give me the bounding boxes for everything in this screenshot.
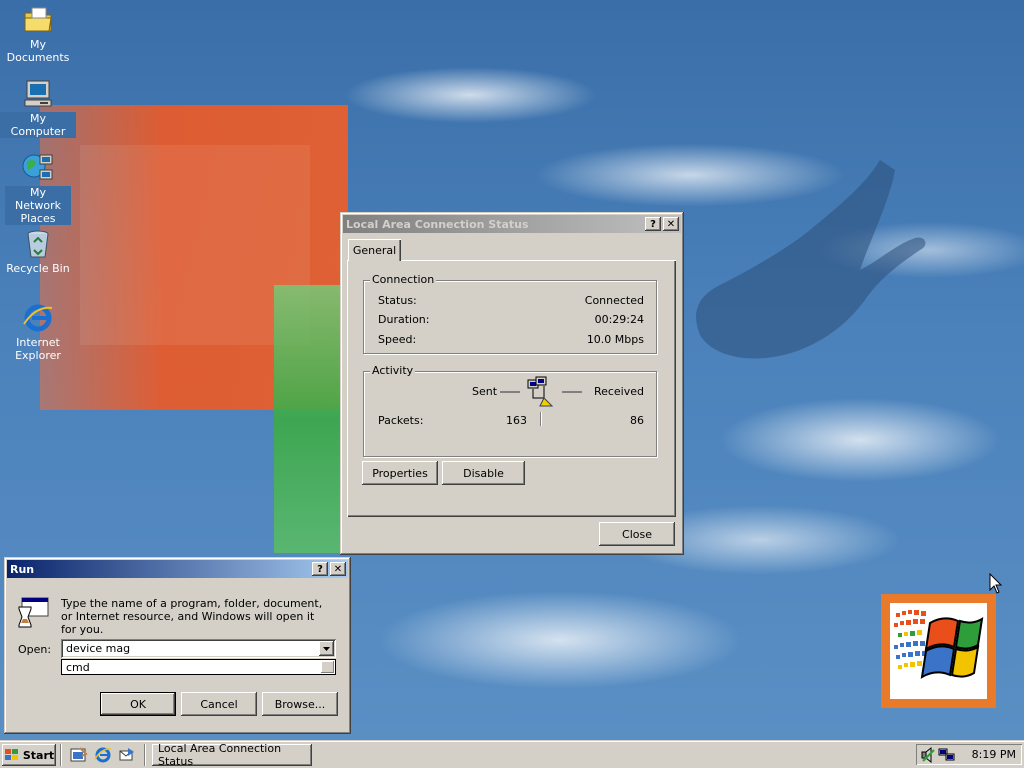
clock[interactable]: 8:19 PM — [972, 748, 1016, 761]
desktop-icon-recycle-bin[interactable]: Recycle Bin — [0, 228, 76, 275]
outlook-express-icon[interactable] — [118, 746, 136, 764]
mouse-cursor-icon — [989, 573, 1003, 594]
connection-group-label: Connection — [370, 273, 437, 286]
desktop-icon-my-computer[interactable]: My Computer — [0, 78, 76, 138]
run-program-icon — [18, 597, 49, 628]
recycle-bin-icon — [27, 230, 49, 258]
computer-icon — [24, 80, 52, 107]
properties-button[interactable]: Properties — [362, 461, 438, 485]
run-dialog: Run ? ✕ Type the name of a program, fold… — [4, 557, 351, 734]
network-icon — [22, 154, 53, 180]
close-icon[interactable]: ✕ — [330, 562, 346, 576]
cancel-button[interactable]: Cancel — [181, 692, 257, 716]
speed-label: Speed: — [378, 333, 417, 346]
help-button[interactable]: ? — [312, 562, 328, 576]
windows-logo-badge — [881, 594, 996, 708]
autocomplete-dropdown: cmd — [61, 659, 336, 675]
duration-value: 00:29:24 — [594, 313, 644, 326]
packets-label: Packets: — [378, 414, 424, 427]
desktop-icon-label: My Network Places — [5, 186, 71, 225]
flying-figure-silhouette — [696, 160, 926, 359]
start-label: Start — [22, 748, 55, 762]
desktop-icon-label: Internet Explorer — [15, 336, 61, 362]
disable-button[interactable]: Disable — [442, 461, 525, 485]
duration-label: Duration: — [378, 313, 430, 326]
taskbar-separator — [144, 744, 146, 766]
desktop-icon-label: My Computer — [0, 112, 76, 138]
green-decorative-panel — [274, 285, 346, 553]
activity-group-label: Activity — [370, 364, 416, 377]
windows-flag-icon — [4, 749, 18, 760]
run-description: Type the name of a program, folder, docu… — [61, 597, 323, 636]
activity-divider — [540, 412, 542, 426]
desktop-icon-my-documents[interactable]: My Documents — [0, 4, 76, 64]
network-tray-icon[interactable] — [938, 747, 956, 763]
network-activity-icon — [500, 376, 582, 407]
system-tray: 8:19 PM — [916, 744, 1022, 765]
internet-explorer-icon[interactable] — [94, 746, 112, 764]
folder-icon — [24, 7, 52, 32]
connection-status-dialog: Local Area Connection Status ? ✕ General… — [340, 212, 684, 555]
status-value: Connected — [584, 294, 644, 307]
desktop-icon-label: My Documents — [6, 38, 70, 64]
browse-button[interactable]: Browse... — [262, 692, 338, 716]
help-button[interactable]: ? — [645, 217, 661, 231]
status-dialog-title: Local Area Connection Status — [346, 217, 529, 231]
packets-sent-value: 163 — [506, 414, 527, 427]
taskbar-separator — [60, 744, 62, 766]
received-label: Received — [593, 385, 644, 398]
tab-general[interactable]: General — [348, 239, 401, 261]
speed-value: 10.0 Mbps — [586, 333, 644, 346]
show-desktop-icon[interactable] — [70, 747, 88, 763]
volume-icon[interactable] — [920, 747, 936, 763]
close-button[interactable]: Close — [599, 522, 675, 546]
ok-button[interactable]: OK — [100, 692, 176, 716]
open-label: Open: — [18, 643, 52, 656]
internet-explorer-icon — [23, 304, 53, 332]
desktop-icon-internet-explorer[interactable]: Internet Explorer — [0, 302, 76, 362]
open-input-value: device mag — [66, 642, 131, 655]
open-input[interactable]: device mag — [61, 639, 336, 658]
desktop-icon-label: Recycle Bin — [6, 262, 70, 275]
status-label: Status: — [378, 294, 417, 307]
desktop-icon-my-network-places[interactable]: My Network Places — [0, 152, 76, 225]
status-dialog-titlebar[interactable]: Local Area Connection Status ? ✕ — [343, 215, 681, 233]
taskbar-item-connection-status[interactable]: Local Area Connection Status — [152, 742, 312, 768]
chevron-down-icon[interactable] — [319, 641, 334, 656]
resize-grip-icon[interactable] — [321, 661, 334, 673]
sent-label: Sent — [472, 385, 498, 398]
activity-group: Activity Sent Received Packets: 163 86 — [363, 364, 657, 457]
run-dialog-title: Run — [10, 562, 35, 576]
tab-general-label: General — [352, 243, 397, 257]
start-button[interactable]: Start — [2, 744, 56, 766]
autocomplete-item[interactable]: cmd — [66, 661, 90, 674]
connection-group: Connection Status: Connected Duration: 0… — [363, 273, 657, 354]
run-dialog-titlebar[interactable]: Run ? ✕ — [7, 560, 348, 578]
windows-flag-icon — [894, 610, 984, 679]
packets-received-value: 86 — [630, 414, 644, 427]
taskbar: Start Local Area Connection Status 8:19 … — [0, 740, 1024, 768]
tab-panel: Connection Status: Connected Duration: 0… — [347, 260, 676, 517]
close-icon[interactable]: ✕ — [663, 217, 679, 231]
taskbar-item-label: Local Area Connection Status — [158, 742, 282, 768]
